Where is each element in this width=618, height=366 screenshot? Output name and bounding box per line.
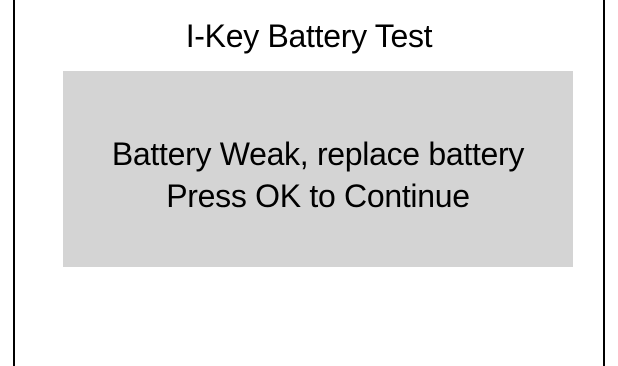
screen-title: I-Key Battery Test: [185, 18, 433, 54]
right-border: [603, 0, 605, 366]
message-box: Battery Weak, replace battery Press OK t…: [63, 71, 573, 267]
battery-weak-message: Battery Weak, replace battery: [111, 136, 525, 172]
battery-test-screen: I-Key Battery Test Battery Weak, replace…: [0, 0, 618, 366]
continue-instruction: Press OK to Continue: [166, 178, 470, 214]
